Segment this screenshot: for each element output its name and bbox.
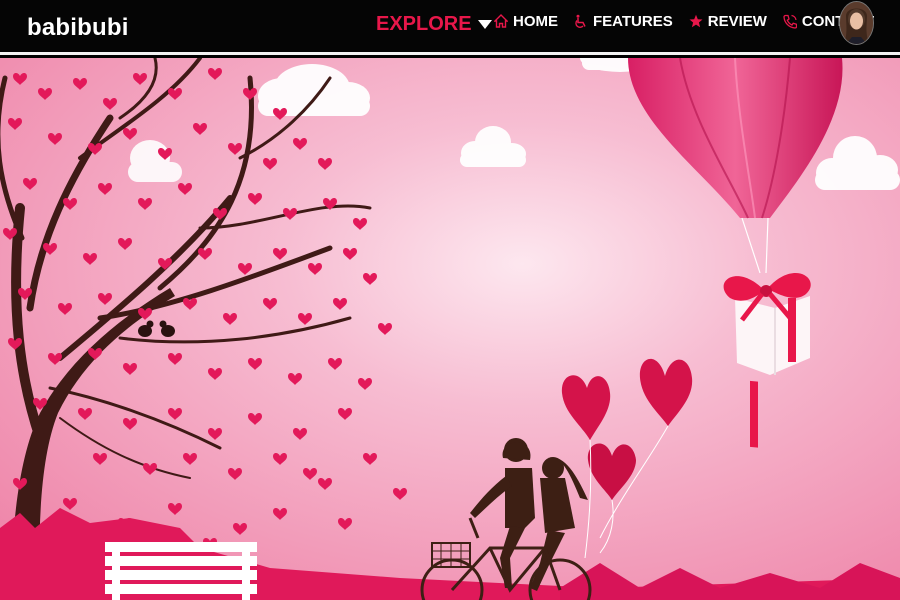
wheelchair-icon: [575, 14, 586, 28]
nav-item-features[interactable]: FEATURES: [574, 13, 673, 30]
caret-down-icon: [477, 20, 492, 29]
user-avatar[interactable]: [839, 1, 874, 45]
home-icon: [494, 14, 508, 28]
nav-item-review[interactable]: REVIEW: [689, 13, 767, 30]
explore-dropdown[interactable]: EXPLORE: [376, 13, 492, 36]
park-bench: [105, 542, 257, 600]
nav-item-home[interactable]: HOME: [494, 13, 558, 30]
explore-label: EXPLORE: [376, 13, 472, 35]
nav-item-features-label: FEATURES: [593, 13, 673, 30]
star-icon: [689, 14, 703, 28]
nav-item-home-label: HOME: [513, 13, 558, 30]
phone-icon: [783, 14, 797, 29]
top-navbar: babibubi EXPLORE HOME FEATURES REVIEW: [0, 0, 900, 55]
hero-illustration: [0, 58, 900, 600]
nav-item-review-label: REVIEW: [707, 13, 767, 30]
page: babibubi EXPLORE HOME FEATURES REVIEW: [0, 0, 900, 600]
brand-logo[interactable]: babibubi: [27, 14, 129, 42]
nav-menu: HOME FEATURES REVIEW: [494, 13, 874, 30]
hero-banner: [0, 58, 900, 600]
